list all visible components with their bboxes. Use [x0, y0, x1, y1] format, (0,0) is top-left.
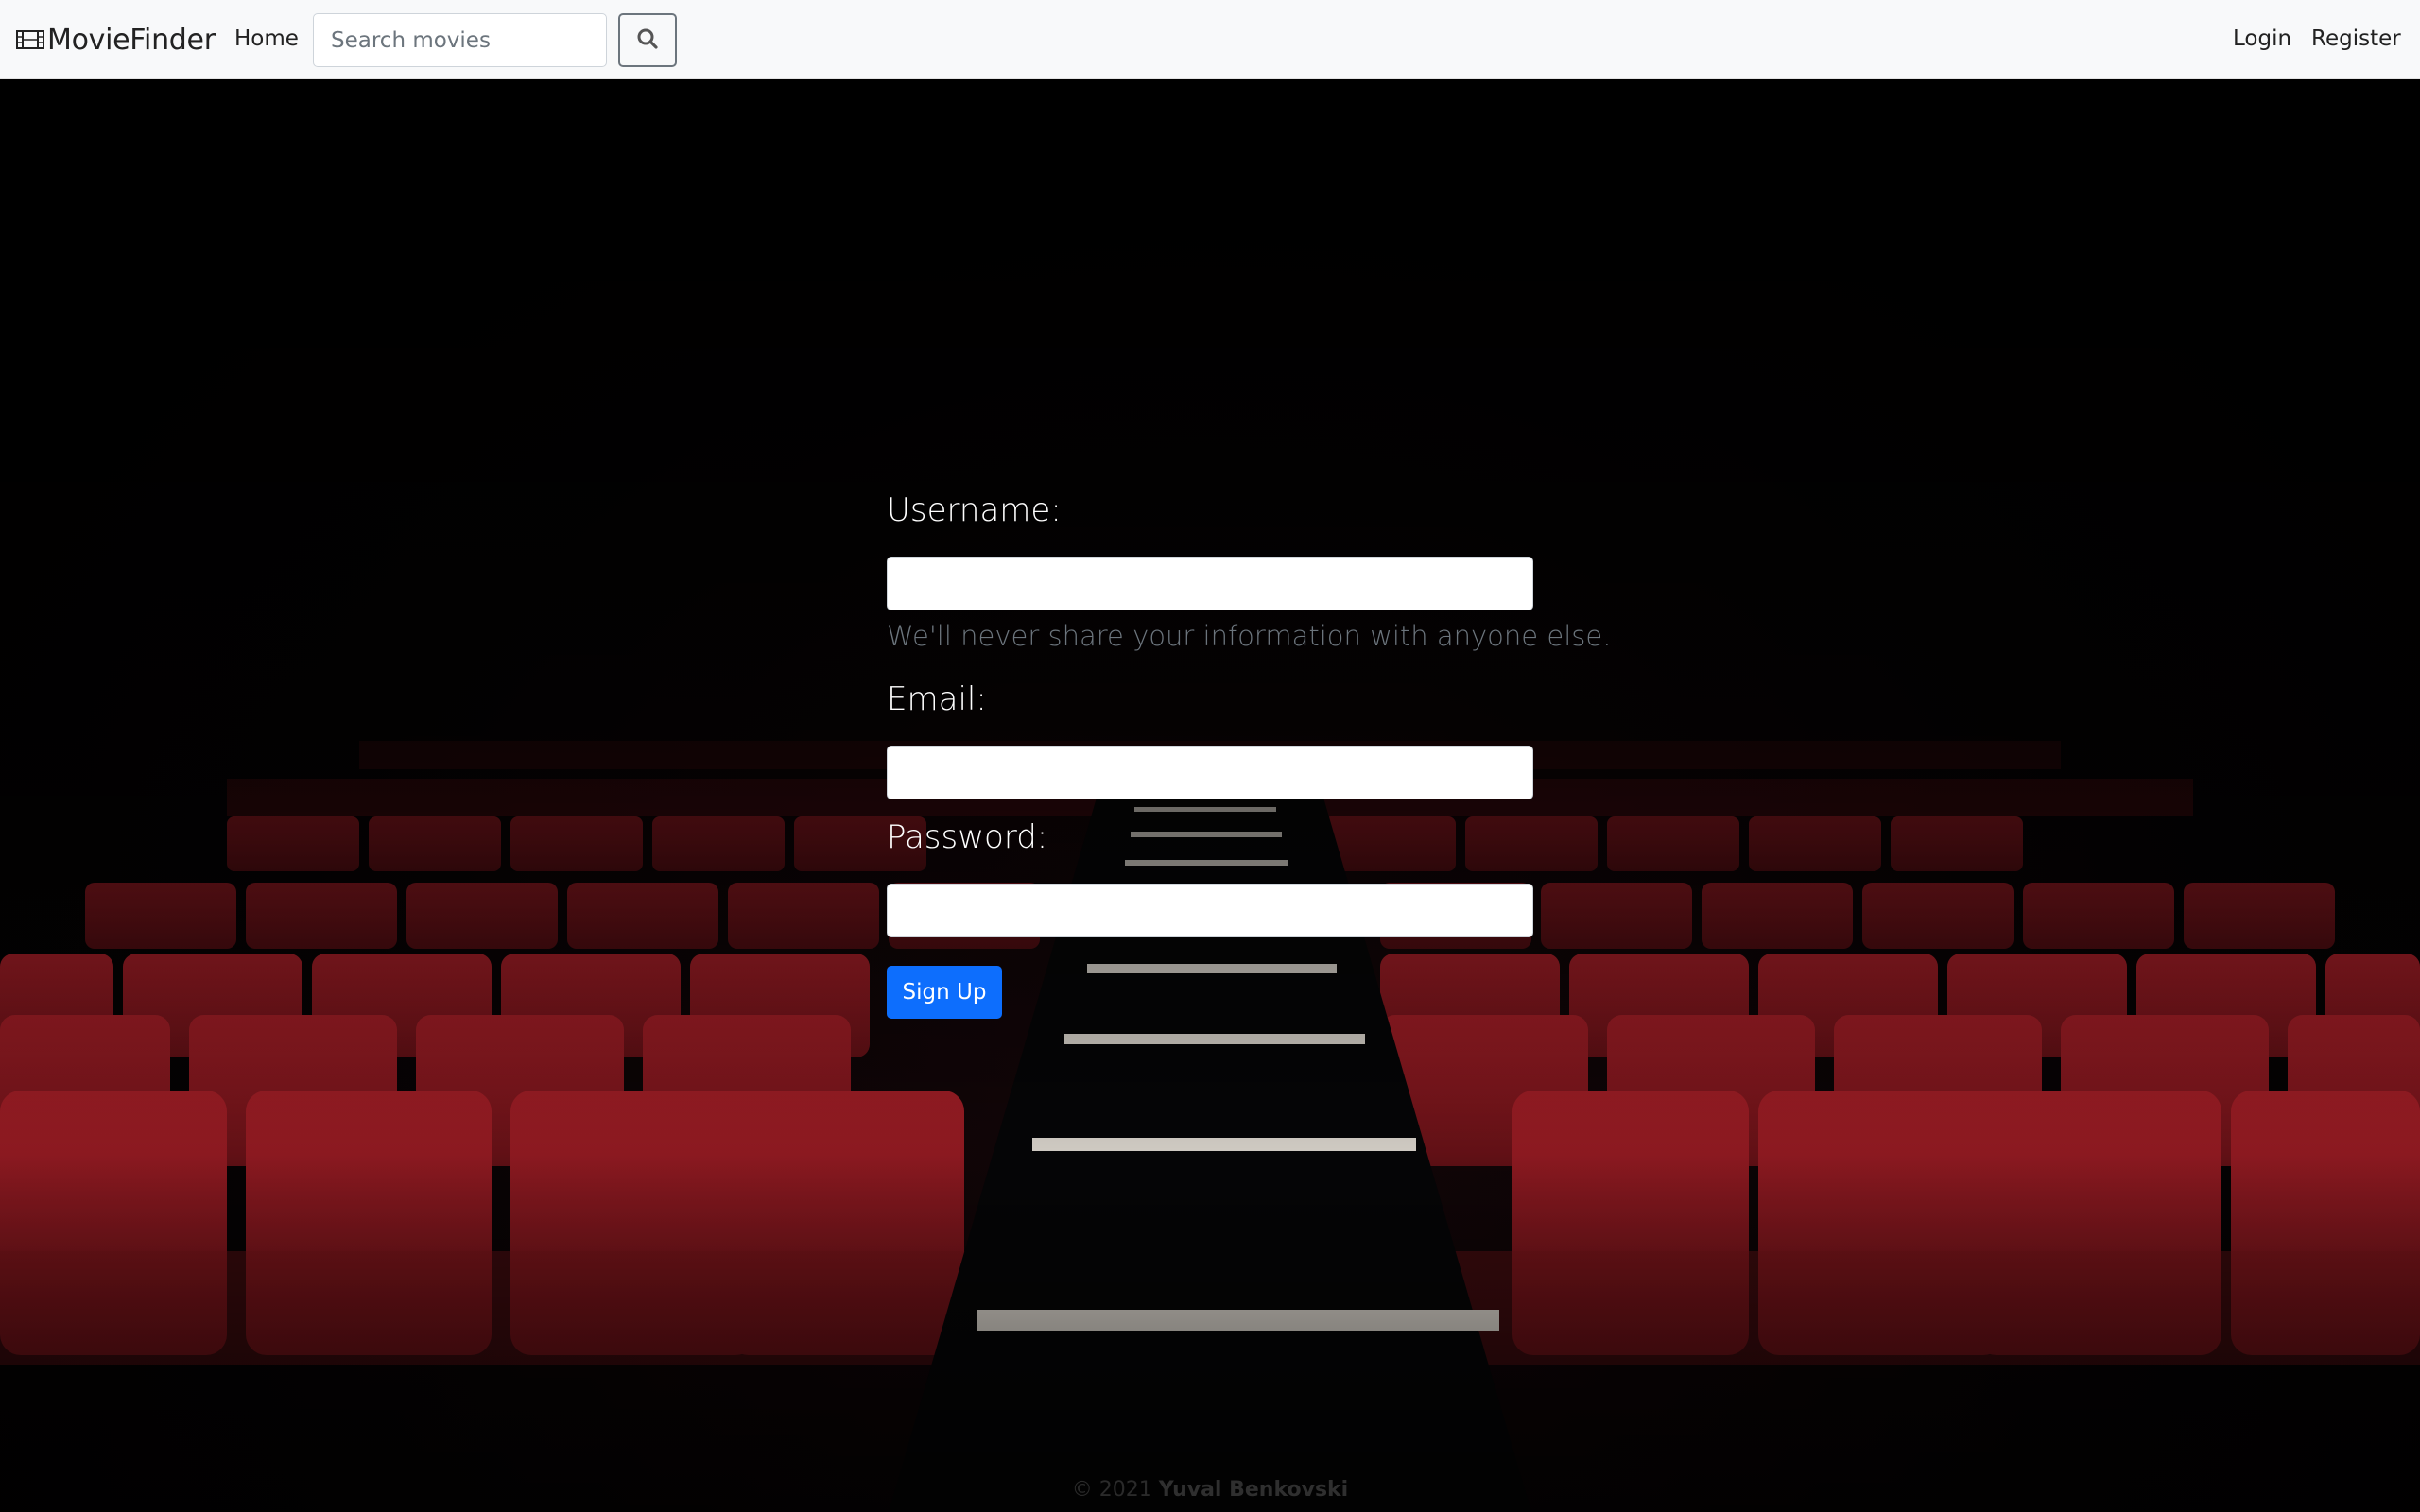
footer: © 2021 Yuval Benkovski	[0, 1478, 2420, 1502]
sign-up-button[interactable]: Sign Up	[887, 966, 1002, 1019]
username-help-text: We'll never share your information with …	[887, 620, 1612, 652]
username-input[interactable]	[887, 557, 1533, 610]
password-label: Password:	[887, 818, 1048, 856]
nav-login-link[interactable]: Login	[2233, 26, 2291, 51]
username-label: Username:	[887, 491, 1062, 529]
film-icon	[15, 28, 45, 51]
footer-author: Yuval Benkovski	[1158, 1478, 1349, 1502]
footer-copyright: © 2021	[1071, 1478, 1152, 1502]
nav-home-link[interactable]: Home	[234, 26, 299, 51]
brand-link[interactable]: MovieFinder	[15, 21, 216, 59]
email-label: Email:	[887, 680, 987, 718]
search-icon	[636, 27, 659, 53]
search-input[interactable]	[313, 13, 607, 67]
nav-register-link[interactable]: Register	[2311, 26, 2401, 51]
password-input[interactable]	[887, 884, 1533, 937]
brand-name: MovieFinder	[47, 23, 216, 57]
email-input[interactable]	[887, 746, 1533, 799]
search-button[interactable]	[618, 13, 677, 67]
navbar: MovieFinder Home Login Register	[0, 0, 2420, 79]
